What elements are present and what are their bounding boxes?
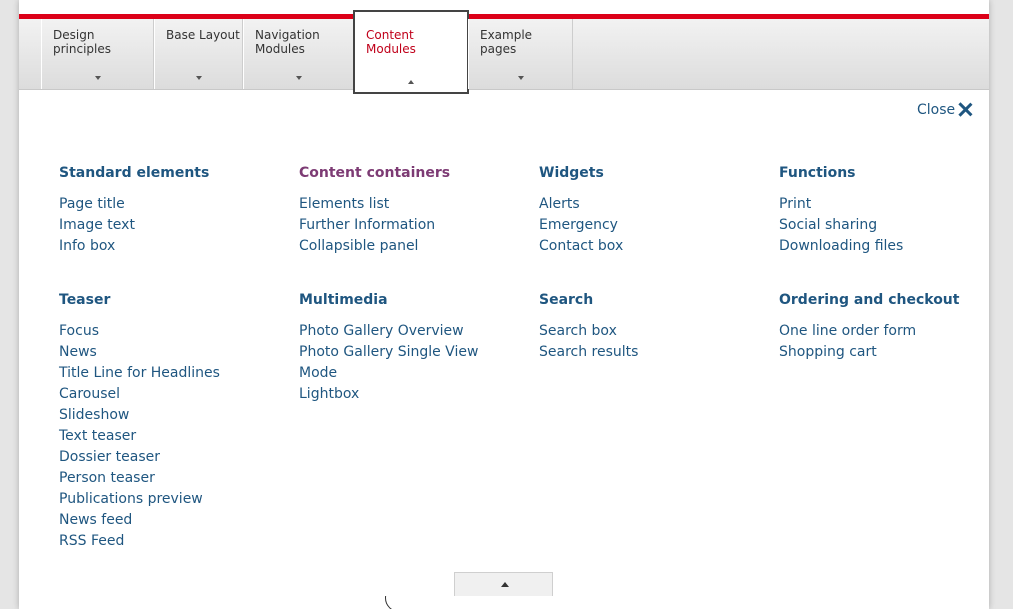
group-teaser: Teaser Focus News Title Line for Headlin…	[59, 291, 289, 552]
close-button[interactable]: Close	[917, 102, 972, 118]
menu-link[interactable]: News feed	[59, 510, 289, 531]
menu-link[interactable]: Mode	[299, 363, 529, 384]
menu-link[interactable]: Collapsible panel	[299, 236, 529, 257]
close-label: Close	[917, 102, 956, 118]
page-content-peek	[59, 596, 399, 609]
chevron-down-icon	[517, 76, 524, 80]
menu-link[interactable]: Further Information	[299, 215, 529, 236]
menu-link[interactable]: Text teaser	[59, 426, 289, 447]
group-functions: Functions Print Social sharing Downloadi…	[779, 164, 1009, 257]
nav-item-base-layout[interactable]: Base Layout	[154, 19, 243, 89]
chevron-up-icon	[408, 80, 414, 84]
main-navigation: Design principles Base Layout Navigation…	[19, 10, 989, 94]
menu-link[interactable]: News	[59, 342, 289, 363]
menu-link[interactable]: Slideshow	[59, 405, 289, 426]
menu-link[interactable]: Image text	[59, 215, 289, 236]
chevron-down-icon	[195, 76, 202, 80]
menu-link[interactable]: Elements list	[299, 194, 529, 215]
menu-link[interactable]: Print	[779, 194, 1009, 215]
nav-item-label: Content Modules	[366, 28, 416, 56]
menu-link[interactable]: Info box	[59, 236, 289, 257]
group-title: Functions	[779, 165, 856, 181]
group-title[interactable]: Content containers	[299, 164, 529, 182]
nav-item-navigation-modules[interactable]: Navigation Modules	[243, 19, 354, 89]
nav-item-design-principles[interactable]: Design principles	[41, 19, 154, 89]
menu-link[interactable]: Emergency	[539, 215, 769, 236]
group-multimedia: Multimedia Photo Gallery Overview Photo …	[299, 291, 529, 405]
nav-item-example-pages[interactable]: Example pages	[468, 19, 573, 89]
group-standard-elements: Standard elements Page title Image text …	[59, 164, 289, 257]
group-title: Multimedia	[299, 292, 388, 308]
menu-link[interactable]: One line order form	[779, 321, 1009, 342]
group-content-containers: Content containers Elements list Further…	[299, 164, 529, 257]
nav-item-label: Example pages	[480, 28, 533, 56]
menu-link[interactable]: Page title	[59, 194, 289, 215]
chevron-down-icon	[295, 76, 302, 80]
circle-icon	[385, 596, 399, 609]
menu-link[interactable]: Publications preview	[59, 489, 289, 510]
group-ordering-and-checkout: Ordering and checkout One line order for…	[779, 291, 1009, 363]
group-title: Ordering and checkout	[779, 292, 960, 308]
menu-link[interactable]: Title Line for Headlines	[59, 363, 289, 384]
menu-link[interactable]: Downloading files	[779, 236, 1009, 257]
collapse-menu-button[interactable]	[454, 572, 553, 596]
group-title: Teaser	[59, 292, 111, 308]
menu-link[interactable]: Focus	[59, 321, 289, 342]
chevron-down-icon	[94, 76, 101, 80]
menu-link[interactable]: Lightbox	[299, 384, 529, 405]
menu-link[interactable]: Photo Gallery Single View	[299, 342, 529, 363]
menu-link[interactable]: Social sharing	[779, 215, 1009, 236]
group-widgets: Widgets Alerts Emergency Contact box	[539, 164, 769, 257]
group-title: Widgets	[539, 165, 604, 181]
nav-item-content-modules[interactable]: Content Modules	[353, 10, 469, 94]
group-search: Search Search box Search results	[539, 291, 769, 363]
menu-link[interactable]: Contact box	[539, 236, 769, 257]
close-icon	[958, 102, 972, 116]
chevron-up-icon	[501, 582, 509, 587]
menu-link[interactable]: RSS Feed	[59, 531, 289, 552]
nav-item-label: Base Layout	[166, 28, 240, 42]
nav-item-label: Navigation Modules	[255, 28, 320, 56]
menu-link[interactable]: Carousel	[59, 384, 289, 405]
menu-link[interactable]: Person teaser	[59, 468, 289, 489]
menu-link[interactable]: Search results	[539, 342, 769, 363]
nav-item-label: Design principles	[53, 28, 112, 56]
menu-link[interactable]: Photo Gallery Overview	[299, 321, 529, 342]
menu-link[interactable]: Search box	[539, 321, 769, 342]
page-container: Design principles Base Layout Navigation…	[19, 0, 989, 609]
menu-link[interactable]: Dossier teaser	[59, 447, 289, 468]
group-title: Search	[539, 292, 594, 308]
menu-link[interactable]: Shopping cart	[779, 342, 1009, 363]
group-title: Standard elements	[59, 165, 210, 181]
menu-link[interactable]: Alerts	[539, 194, 769, 215]
